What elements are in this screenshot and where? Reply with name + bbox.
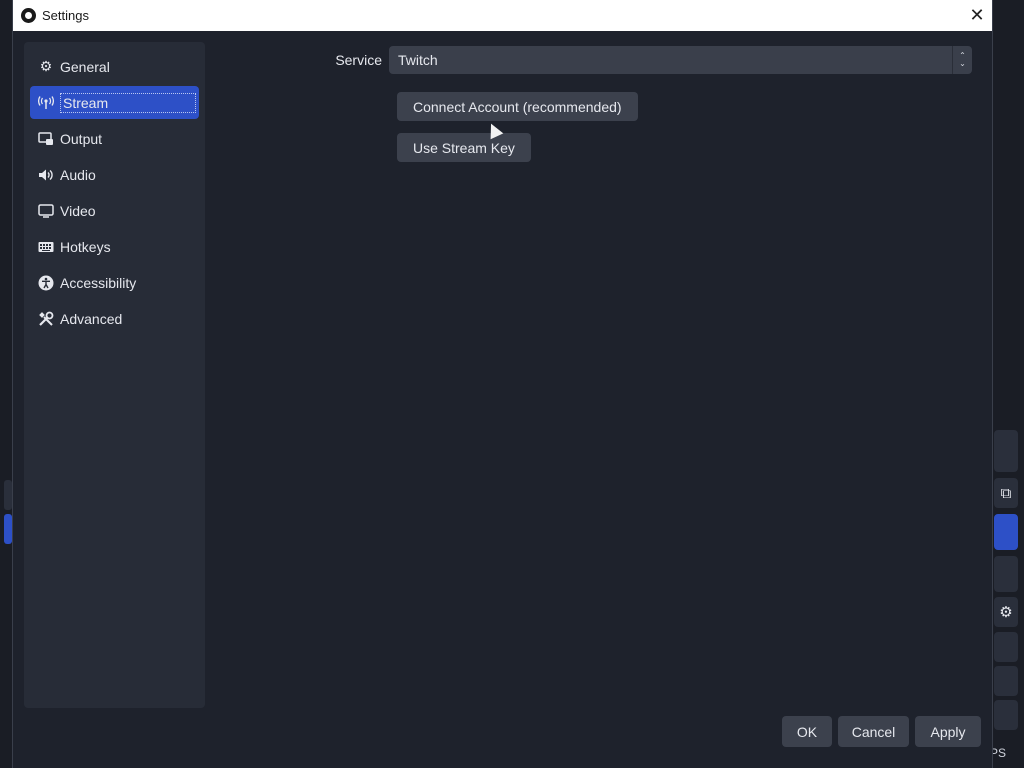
service-select[interactable]: Twitch ⌃ ⌄ [389, 46, 972, 74]
background-button[interactable] [994, 666, 1018, 696]
background-button[interactable] [994, 632, 1018, 662]
sidebar-item-label: Hotkeys [60, 238, 111, 255]
sidebar-item-hotkeys[interactable]: Hotkeys [30, 230, 199, 263]
stream-settings-panel: Service Twitch ⌃ ⌄ Connect Account (recom… [219, 42, 972, 162]
settings-dialog: Settings ✕ ⚙ General Stream Output Audio [12, 0, 993, 768]
background-active-button[interactable] [994, 514, 1018, 550]
popout-icon: ⧉ [1000, 484, 1012, 502]
use-stream-key-button[interactable]: Use Stream Key [397, 133, 531, 162]
cancel-button[interactable]: Cancel [838, 716, 909, 747]
sidebar-item-label: Output [60, 130, 103, 147]
monitor-icon [38, 203, 54, 219]
background-button[interactable] [994, 556, 1018, 592]
chevron-updown-icon: ⌃ ⌄ [952, 46, 972, 74]
antenna-icon [38, 95, 54, 111]
keyboard-icon [38, 239, 54, 255]
close-icon: ✕ [969, 5, 985, 25]
sidebar-item-label: General [60, 58, 110, 75]
output-icon [38, 131, 54, 147]
background-popout-button[interactable]: ⧉ [994, 478, 1018, 508]
apply-button[interactable]: Apply [915, 716, 981, 747]
close-button[interactable]: ✕ [962, 1, 992, 31]
sidebar-item-audio[interactable]: Audio [30, 158, 199, 191]
sidebar-item-label: Video [60, 202, 96, 219]
title-bar: Settings ✕ [13, 0, 992, 31]
gear-icon: ⚙ [999, 604, 1013, 621]
window-title: Settings [42, 8, 89, 23]
obs-logo-icon [21, 8, 36, 23]
dialog-footer: OK Cancel Apply [782, 716, 981, 747]
ok-button[interactable]: OK [782, 716, 832, 747]
sidebar-item-stream[interactable]: Stream [30, 86, 199, 119]
connect-account-button[interactable]: Connect Account (recommended) [397, 92, 638, 121]
sidebar-item-label: Advanced [60, 310, 123, 327]
service-label: Service [335, 52, 382, 68]
sidebar-item-label: Stream [60, 92, 196, 113]
sidebar-item-general[interactable]: ⚙ General [30, 50, 199, 83]
sidebar-item-accessibility[interactable]: Accessibility [30, 266, 199, 299]
background-button [994, 430, 1018, 472]
service-value: Twitch [398, 52, 438, 68]
background-tab [4, 480, 12, 510]
settings-sidebar: ⚙ General Stream Output Audio Video Hotk… [24, 42, 205, 708]
background-tab-active [4, 514, 12, 544]
sidebar-item-label: Accessibility [60, 274, 137, 291]
gear-icon: ⚙ [39, 58, 53, 74]
background-left-edge [0, 0, 12, 768]
tools-icon [38, 311, 54, 327]
accessibility-icon [38, 275, 54, 291]
service-row: Service Twitch ⌃ ⌄ [219, 45, 972, 75]
sidebar-item-advanced[interactable]: Advanced [30, 302, 199, 335]
sidebar-item-label: Audio [60, 166, 96, 183]
background-settings-button[interactable]: ⚙ [994, 597, 1018, 627]
speaker-icon [38, 167, 54, 183]
sidebar-item-output[interactable]: Output [30, 122, 199, 155]
sidebar-item-video[interactable]: Video [30, 194, 199, 227]
background-button[interactable] [994, 700, 1018, 730]
